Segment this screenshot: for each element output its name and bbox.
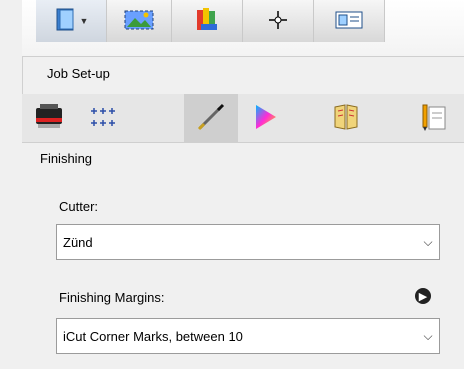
knife-icon [196, 102, 226, 135]
finishing-margins-label: Finishing Margins: [59, 290, 165, 305]
crosshair-icon [268, 10, 288, 33]
image-transform-icon [123, 9, 155, 34]
grid-marks-tab[interactable] [76, 94, 130, 142]
chevron-down-icon: ⌵ [423, 328, 433, 343]
job-setup-window: ▼ Job Set-up Finishing Cutter: Zünd ⌵ Fi… [0, 0, 464, 369]
color-swatch-icon [193, 6, 221, 37]
image-transform-tab[interactable] [107, 0, 172, 42]
cutter-select[interactable]: Zünd ⌵ [56, 224, 440, 260]
booklet-tab[interactable] [319, 94, 373, 142]
book-dropdown-tab[interactable]: ▼ [36, 0, 107, 42]
top-toolbar: ▼ [22, 0, 464, 57]
book-icon [54, 7, 78, 36]
finishing-margins-value: iCut Corner Marks, between 10 [63, 328, 243, 344]
color-triangle-icon [250, 103, 280, 134]
pencil-document-icon [417, 103, 447, 134]
booklet-icon [331, 103, 361, 134]
color-swatch-tab[interactable] [172, 0, 243, 42]
chevron-down-icon: ⌵ [423, 234, 433, 249]
crosshair-tab[interactable] [243, 0, 314, 42]
grid-marks-icon [88, 105, 118, 132]
printer-icon [34, 103, 64, 133]
window-title: Job Set-up [47, 66, 110, 81]
cutter-label: Cutter: [59, 199, 99, 214]
card-layout-tab[interactable] [314, 0, 385, 42]
cutter-value: Zünd [63, 234, 93, 250]
section-title: Finishing [40, 151, 93, 166]
knife-tab[interactable] [184, 94, 238, 142]
finishing-margins-select[interactable]: iCut Corner Marks, between 10 ⌵ [56, 318, 440, 354]
card-layout-icon [334, 10, 364, 33]
pencil-document-tab[interactable] [400, 94, 464, 142]
icon-tab-row [22, 94, 464, 143]
printer-tab[interactable] [22, 94, 76, 142]
color-triangle-tab[interactable] [238, 94, 292, 142]
arrow-right-circle-icon[interactable]: ▶ [415, 288, 431, 304]
chevron-down-icon: ▼ [79, 16, 89, 26]
